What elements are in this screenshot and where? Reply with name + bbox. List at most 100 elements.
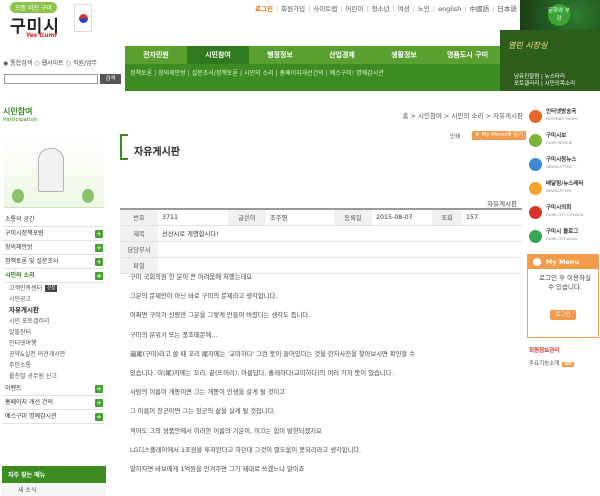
sub-nav-link[interactable]: 시민의 소리 [244, 70, 274, 77]
radio-dot-icon[interactable]: ◉ [3, 60, 8, 67]
sidebar-item[interactable]: 인터넷여행 [3, 338, 105, 349]
plus-icon[interactable]: + [95, 244, 103, 252]
plus-icon[interactable]: + [95, 258, 103, 266]
quick-menu-item[interactable]: 배달링/뉴스레터 NEWSLETTER [527, 178, 600, 202]
sidebar-item[interactable]: 공약&실천 의견게시판 [3, 349, 105, 360]
separator: | [366, 5, 369, 13]
frequent-menu-item[interactable]: 새 소식 [18, 485, 36, 494]
top-link[interactable]: 여성 [398, 5, 410, 13]
plus-icon[interactable]: + [95, 272, 103, 280]
top-link[interactable]: 사이트맵 [313, 5, 337, 13]
sub-nav-link[interactable]: 예스구미! 명예감시관 [330, 70, 384, 77]
search-input[interactable] [4, 74, 98, 84]
sidebar-item[interactable]: 고객만족센터 신청 [3, 283, 105, 294]
top-link[interactable]: 노인 [418, 5, 430, 13]
nav-item[interactable]: 생활정보 [373, 46, 435, 64]
print-button[interactable]: 인쇄 [450, 132, 460, 140]
separator: | [187, 70, 190, 77]
sidebar-item[interactable]: 이벤트 + [3, 382, 105, 396]
quick-menu-item[interactable]: 구미시보 GUMI REVIEW [527, 130, 600, 154]
sidebar-subtitle: Participation [3, 117, 38, 123]
quick-menu-item[interactable]: 구미시의회 GUMI CITY COUNCIL [527, 202, 600, 226]
logo-sub: Yes Gumi [26, 32, 57, 39]
top-link[interactable]: 회원가입 [281, 5, 305, 13]
mayor-link[interactable]: 남유진칼럼 | 뉴스타리 [514, 74, 575, 81]
badge-label: 문화와 부강 [548, 4, 570, 26]
sidebar-item[interactable]: 홈페이지 개선 건의 + [3, 396, 105, 410]
top-link[interactable]: english [438, 5, 461, 13]
separator: | [392, 5, 395, 13]
nav-item[interactable]: 시민참여 [187, 46, 249, 64]
my-menu-header: My Menu [528, 255, 598, 269]
separator: | [275, 5, 279, 13]
add-mymenu-button[interactable]: ★ My Menu에 담기 [472, 131, 526, 140]
go-badge: GO [562, 362, 574, 367]
login-button[interactable]: 로그인 [550, 310, 576, 320]
top-link[interactable]: 어린이 [345, 5, 363, 13]
post-views: 157 [462, 208, 522, 226]
sidebar-item[interactable]: 불친절 공무원 신고 [3, 371, 105, 382]
sidebar-item[interactable]: 자유게시판 [3, 305, 105, 316]
post-body: 구미 국회의원 한 분이 큰 어려움에 처했는데요 그분의 문제만이 아닌 바로 … [130, 274, 525, 485]
main-features-link[interactable]: 주요기능소개 GO [529, 359, 574, 367]
sidebar-item[interactable]: 창의제안방 + [3, 241, 105, 255]
sidebar-item[interactable]: 시민의 소리 + [3, 269, 105, 283]
post-paragraph: 어쩌면 구미가 선량한 그분을 그렇게 만들어 버렸다는 생각도 듭니다. [130, 312, 311, 320]
separator: | [492, 5, 495, 13]
nav-item[interactable]: 전자민원 [125, 46, 187, 64]
separator: | [239, 70, 242, 77]
tree-illustration [82, 189, 94, 203]
sidebar-item[interactable]: 주민소통 [3, 360, 105, 371]
sidebar-item-label: 홈페이지 개선 건의 [5, 399, 53, 406]
separator: | [340, 5, 343, 13]
nav-item[interactable]: 산업경제 [311, 46, 373, 64]
post-paragraph: 사람의 이름이 개똥이면 그는 개똥이 인생을 살게 될 것이고 [130, 389, 286, 397]
search-button[interactable]: 검색 [100, 74, 121, 84]
member-info-link[interactable]: 회원정보관리 [529, 346, 559, 354]
title-bracket [120, 134, 128, 160]
sidebar-item[interactable]: 정책토론 및 설문조사 + [3, 255, 105, 269]
top-link[interactable]: 中國語 [470, 5, 490, 13]
left-sidebar: 시민참여 Participation 소통의 공간 구미시정책포럼 + 창의제안방 + 정… [0, 96, 110, 496]
sub-nav-link[interactable]: 설문조사/정책토론 [192, 70, 238, 77]
sidebar-item[interactable]: 소통의 공간 [3, 213, 105, 227]
top-link[interactable]: 로그인 [255, 5, 273, 13]
top-link[interactable]: 日本語 [497, 5, 517, 13]
quick-menu-item[interactable]: 인터넷방송국 INTERNET NEWS [527, 106, 600, 130]
plus-icon[interactable]: + [95, 399, 103, 407]
plus-icon[interactable]: + [95, 413, 103, 421]
quick-menu-item[interactable]: 구미시청뉴스 NEWSLETTER [527, 154, 600, 178]
author-label: 글쓴이 [228, 208, 266, 226]
plus-icon[interactable]: + [95, 230, 103, 238]
post-paragraph: 구미의 분위기 또는 풍조때문에... [130, 331, 218, 339]
radio-dot-icon[interactable]: ○ [34, 60, 39, 67]
sidebar-item-label: 창의제안방 [5, 244, 33, 251]
date-label: 등록일 [334, 208, 372, 226]
nav-item[interactable]: 명품도시 구미 [435, 46, 500, 64]
sidebar-menu: 소통의 공간 구미시정책포럼 + 창의제안방 + 정책토론 및 설문조사 + 시민의 소리 + 고… [3, 213, 105, 424]
sidebar-item[interactable]: 시민공고 [3, 294, 105, 305]
sidebar-item[interactable]: 구미시정책포럼 + [3, 227, 105, 241]
nav-item[interactable]: 행정정보 [249, 46, 311, 64]
sidebar-item-label: 알뜰장터 [9, 329, 32, 336]
sidebar-item[interactable]: 알뜰장터 [3, 327, 105, 338]
sidebar-item-label: 불친절 공무원 신고 [9, 373, 57, 380]
main-content: 홈 > 시민참여 > 시민의 소리 > 자유게시판 자유게시판 인쇄 ★ My … [110, 96, 526, 496]
top-link[interactable]: 청소년 [372, 5, 390, 13]
sub-nav-link[interactable]: 정책토론 [130, 70, 152, 77]
site-logo[interactable]: 으뜸 비전 구미 구미시 Yes Gumi [4, 2, 74, 42]
sub-nav-link[interactable]: 홈페이지개선건의 [280, 70, 324, 77]
main-features-label: 주요기능소개 [529, 361, 560, 367]
mayor-link[interactable]: 포토갤러리 | 시민의목소리 [514, 81, 575, 88]
no-label: 번호 [120, 208, 158, 226]
plus-icon[interactable]: + [95, 385, 103, 393]
my-menu-icon [533, 258, 541, 266]
quick-menu-title: 인터넷방송국 [546, 109, 577, 115]
post-paragraph: 그 이름이 장군이면 그는 장군의 삶을 살게 될 것입니다. [130, 408, 276, 416]
quick-menu-item[interactable]: 구미시 블로그 GUMI CITY BLOG [527, 226, 600, 250]
sidebar-item[interactable]: 시민 포토갤러리 [3, 316, 105, 327]
mayor-title[interactable]: 열린 시장실 [508, 40, 547, 51]
radio-dot-icon[interactable]: ○ [66, 60, 71, 67]
sub-nav-link[interactable]: 창의제안방 [158, 70, 186, 77]
sidebar-item[interactable]: 예스구미 명예감시관 + [3, 410, 105, 424]
